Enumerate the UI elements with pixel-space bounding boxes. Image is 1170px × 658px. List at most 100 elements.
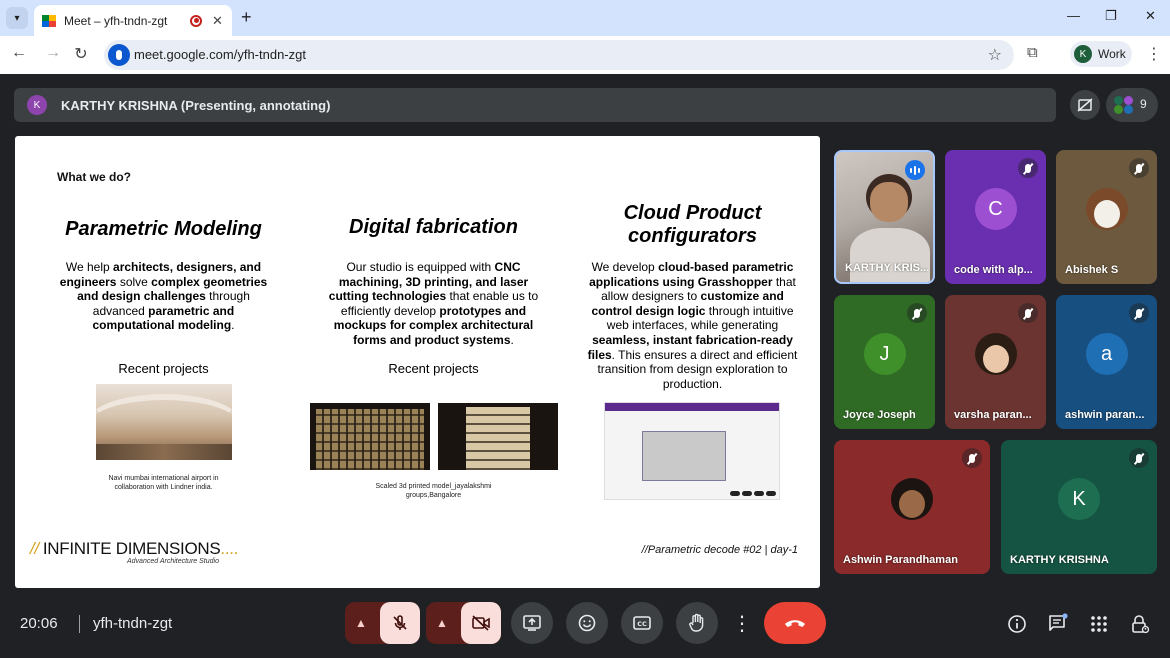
participant-tile[interactable]: Ashwin Parandhaman [834,440,990,574]
camera-control-group: ▲ [426,602,501,644]
participant-tile[interactable]: KARTHY KRIS... [834,150,935,284]
audio-options-chevron-icon[interactable]: ▲ [345,602,377,644]
participant-tile[interactable]: J Joyce Joseph [834,295,935,429]
info-icon [1008,615,1026,633]
profile-avatar: K [1074,45,1092,63]
muted-mic-icon [1018,158,1038,178]
meet-stage: K KARTHY KRISHNA (Presenting, annotating… [0,74,1170,658]
present-screen-button[interactable] [511,602,553,644]
slide-heading: What we do? [57,170,131,184]
mic-control-group: ▲ [345,602,420,644]
profile-label: Work [1098,47,1126,61]
closed-captions-icon: CC [633,616,651,630]
restore-button[interactable]: ❐ [1105,8,1117,24]
participant-name: KARTHY KRISHNA [1010,554,1109,566]
browser-toolbar: ← → ↻ meet.google.com/yfh-tndn-zgt ☆ [0,36,1170,74]
column-body: We develop cloud-based parametric applic… [587,260,798,391]
host-controls-button[interactable] [1128,612,1152,636]
project-caption: Navi mumbai international airport in col… [108,475,219,491]
chat-button[interactable] [1046,612,1070,636]
mic-off-icon [393,615,407,630]
participant-tile[interactable]: Abishek S [1056,150,1157,284]
profile-button[interactable]: K Work [1070,41,1132,67]
column-title: Parametric Modeling [65,218,262,240]
participants-button[interactable]: 9 [1106,88,1158,122]
recent-projects-label: Recent projects [118,361,209,376]
tab-strip: ▾ Meet – yfh-tndn-zgt ✕ + — ❐ ✕ [0,0,1170,36]
column-title: Cloud Product configurators [623,202,762,247]
column-body: Our studio is equipped with CNC machinin… [328,260,539,347]
participant-avatar: C [974,188,1017,230]
emoji-icon [578,614,596,632]
leave-call-button[interactable] [764,602,826,644]
muted-mic-icon [1129,303,1149,323]
present-screen-icon [523,615,541,631]
raise-hand-button[interactable] [676,602,718,644]
studio-logo: //INFINITE DIMENSIONS.... [30,539,239,558]
participant-name: Abishek S [1065,264,1119,276]
presenter-text: KARTHY KRISHNA (Presenting, annotating) [61,97,331,113]
hide-self-view-icon[interactable] [1070,90,1100,120]
participant-tile[interactable]: K KARTHY KRISHNA [1001,440,1157,574]
participant-name: code with alp... [954,264,1033,276]
slide-footer: //Parametric decode #02 | day-1 [641,544,798,556]
participant-avatar: a [1085,333,1128,375]
browser-menu-kebab-icon[interactable]: ⋮ [1146,44,1162,64]
participant-tile[interactable]: varsha paran... [945,295,1046,429]
meeting-clock: 20:06 [20,615,58,632]
participant-tile[interactable]: a ashwin paran... [1056,295,1157,429]
captions-button[interactable]: CC [621,602,663,644]
site-mic-indicator-icon[interactable] [108,44,130,66]
raise-hand-icon [689,613,704,632]
browser-tab-meet[interactable]: Meet – yfh-tndn-zgt ✕ [34,5,232,36]
camera-off-icon [472,615,490,631]
forward-arrow-icon[interactable]: → [42,44,64,62]
muted-mic-icon [962,448,982,468]
muted-mic-icon [1129,448,1149,468]
presenter-avatar: K [27,95,47,115]
participant-name: ashwin paran... [1065,409,1145,421]
muted-mic-icon [907,303,927,323]
participant-avatar: J [863,333,906,375]
muted-mic-icon [1018,303,1038,323]
microphone-off-button[interactable] [380,602,420,644]
participants-avatars-icon [1114,96,1134,114]
reload-icon[interactable]: ↻ [70,44,92,64]
reactions-button[interactable] [566,602,608,644]
meeting-details-button[interactable] [1005,612,1029,636]
participant-tile[interactable]: Ccode with alp... [945,150,1046,284]
configurator-screenshot-image [604,402,780,500]
participant-name: KARTHY KRIS... [845,262,929,274]
project-caption: Scaled 3d printed model_jayalakshmi grou… [375,483,492,499]
video-options-chevron-icon[interactable]: ▲ [426,602,458,644]
tab-search-chevron-icon[interactable]: ▾ [6,7,28,29]
studio-logo-subtitle: Advanced Architecture Studio [127,558,219,565]
participant-video-feed [850,228,930,282]
new-tab-button[interactable]: + [241,7,252,27]
participant-photo [974,333,1017,375]
back-arrow-icon[interactable]: ← [8,44,30,62]
participant-name: varsha paran... [954,409,1032,421]
address-bar[interactable]: meet.google.com/yfh-tndn-zgt ☆ [104,40,1014,70]
participant-name: Joyce Joseph [843,409,916,421]
airport-project-image [96,384,232,460]
participant-photo [891,478,933,520]
camera-off-button[interactable] [461,602,501,644]
end-call-icon [785,620,805,627]
column-body: We help architects, designers, and engin… [59,260,268,333]
bookmark-star-icon[interactable]: ☆ [988,45,1002,65]
url-text[interactable]: meet.google.com/yfh-tndn-zgt [134,47,306,62]
more-options-kebab-icon[interactable]: ⋮ [731,602,753,644]
minimize-button[interactable]: — [1067,8,1080,23]
column-title: Digital fabrication [349,216,518,238]
close-window-button[interactable]: ✕ [1145,8,1156,24]
presenter-banner: K KARTHY KRISHNA (Presenting, annotating… [14,88,1056,122]
lock-person-icon [1132,615,1150,634]
fabrication-model-image-1 [310,403,430,470]
extensions-puzzle-icon[interactable]: ⧉ [1027,44,1038,61]
tab-close-icon[interactable]: ✕ [212,13,223,29]
speaking-indicator-icon [905,160,925,180]
participant-count: 9 [1140,97,1147,111]
activities-button[interactable] [1087,612,1111,636]
meeting-code[interactable]: yfh-tndn-zgt [93,615,172,632]
